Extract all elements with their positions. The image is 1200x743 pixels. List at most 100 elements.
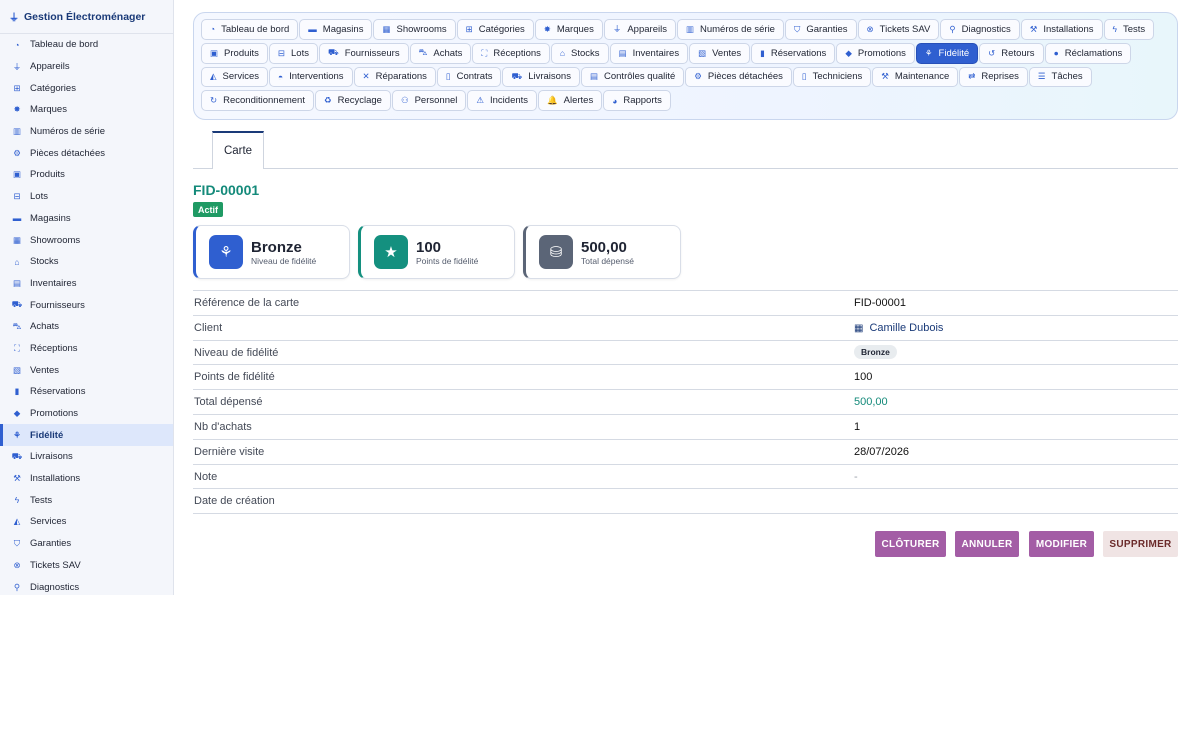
- nav-interventions-button[interactable]: ◓ Interventions: [268, 66, 353, 88]
- nav-achats-button[interactable]: ⛍ Achats: [409, 42, 472, 64]
- nav-inventaires-button[interactable]: ▤ Inventaires: [609, 42, 689, 64]
- nav-button-label: Recyclage: [337, 95, 382, 107]
- nav-livraisons-button[interactable]: ⛟ Livraisons: [502, 66, 580, 88]
- sidebar-item-lots[interactable]: ⊟ Lots: [0, 186, 173, 208]
- tab-carte[interactable]: Carte: [212, 131, 264, 169]
- nav-button-label: Stocks: [571, 47, 600, 59]
- nav-personnel-button[interactable]: ⚇ Personnel: [391, 90, 467, 112]
- sidebar-item-showrooms[interactable]: ▦ Showrooms: [0, 229, 173, 251]
- app-title[interactable]: ⏚ Gestion Électroménager: [0, 0, 173, 34]
- nav-receptions-button[interactable]: ⛶ Réceptions: [472, 42, 550, 64]
- sidebar-item-marques[interactable]: ✸ Marques: [0, 99, 173, 121]
- nav-techniciens-button[interactable]: ▯ Techniciens: [792, 66, 872, 88]
- nav-reclamations-button[interactable]: ● Réclamations: [1044, 42, 1132, 64]
- nav-button-label: Réservations: [770, 47, 827, 59]
- nav-categories-button[interactable]: ⊞ Catégories: [456, 19, 534, 40]
- nav-installations-button[interactable]: ⚒ Installations: [1020, 19, 1103, 40]
- truck-fast-icon: ⛟: [11, 450, 23, 461]
- sidebar-item-fidelite[interactable]: ⚘ Fidélité: [0, 424, 173, 447]
- nav-magasins-button[interactable]: ▬ Magasins: [299, 19, 373, 40]
- sidebar-item-tableau-de-bord[interactable]: ◔ Tableau de bord: [0, 34, 173, 56]
- nav-services-button[interactable]: ◭ Services: [201, 66, 268, 88]
- nav-diagnostics-button[interactable]: ⚲ Diagnostics: [940, 19, 1020, 40]
- sidebar-item-fournisseurs[interactable]: ⛟ Fournisseurs: [0, 294, 173, 316]
- nav-rapports-button[interactable]: ◕ Rapports: [603, 90, 671, 112]
- sidebar-item-reservations[interactable]: ▮ Réservations: [0, 381, 173, 403]
- nav-tableau-de-bord-button[interactable]: ◔ Tableau de bord: [201, 19, 299, 40]
- nav-marques-button[interactable]: ✸ Marques: [534, 19, 603, 40]
- tools-icon: ✕: [362, 71, 370, 82]
- nav-button-label: Ventes: [712, 47, 742, 59]
- nav-contrats-button[interactable]: ▯ Contrats: [436, 66, 502, 88]
- nav-reparations-button[interactable]: ✕ Réparations: [353, 66, 436, 88]
- nav-fournisseurs-button[interactable]: ⛟ Fournisseurs: [318, 42, 409, 64]
- nav-tests-button[interactable]: ϟ Tests: [1103, 19, 1155, 40]
- card-label: Niveau de fidélité: [251, 255, 317, 266]
- sidebar-item-diagnostics[interactable]: ⚲ Diagnostics: [0, 576, 173, 595]
- nav-pieces-detachees-button[interactable]: ⚙ Pièces détachées: [685, 66, 792, 88]
- client-link[interactable]: ▦ Camille Dubois: [854, 322, 943, 334]
- supprimer-button[interactable]: SUPPRIMER: [1103, 531, 1178, 557]
- nav-garanties-button[interactable]: ⛉ Garanties: [784, 19, 857, 40]
- nav-reconditionnement-button[interactable]: ↻ Reconditionnement: [201, 90, 314, 112]
- nav-maintenance-button[interactable]: ⚒ Maintenance: [872, 66, 959, 88]
- sidebar-item-numeros-de-serie[interactable]: ▥ Numéros de série: [0, 121, 173, 143]
- sidebar-item-installations[interactable]: ⚒ Installations: [0, 468, 173, 490]
- sidebar-item-produits[interactable]: ▣ Produits: [0, 164, 173, 186]
- nav-button-label: Réclamations: [1064, 47, 1123, 59]
- nav-tickets-sav-button[interactable]: ⊗ Tickets SAV: [857, 19, 940, 40]
- nav-reprises-button[interactable]: ⇄ Reprises: [959, 66, 1028, 88]
- nav-showrooms-button[interactable]: ▦ Showrooms: [373, 19, 456, 40]
- sidebar-item-categories[interactable]: ⊞ Catégories: [0, 77, 173, 99]
- nav-button-label: Techniciens: [812, 71, 863, 83]
- tier-badge: Bronze: [854, 344, 897, 359]
- nav-produits-button[interactable]: ▣ Produits: [201, 42, 268, 64]
- sidebar-item-magasins[interactable]: ▬ Magasins: [0, 208, 173, 230]
- nav-promotions-button[interactable]: ◆ Promotions: [836, 42, 915, 64]
- sidebar-item-stocks[interactable]: ⌂ Stocks: [0, 251, 173, 273]
- nav-ventes-button[interactable]: ▧ Ventes: [689, 42, 751, 64]
- truck-icon: ⛟: [327, 47, 339, 58]
- sitemap-icon: ⊞: [465, 23, 473, 34]
- sidebar-item-label: Catégories: [30, 82, 76, 94]
- sidebar-item-pieces-detachees[interactable]: ⚙ Pièces détachées: [0, 142, 173, 164]
- modifier-button[interactable]: MODIFIER: [1029, 531, 1094, 557]
- nav-fidelite-button[interactable]: ⚘ Fidélité: [915, 42, 979, 64]
- sidebar-item-promotions[interactable]: ◆ Promotions: [0, 403, 173, 425]
- nav-row: ↻ Reconditionnement ♻ Recyclage ⚇ Personnel ⚠ I…: [201, 90, 1170, 112]
- nav-button-label: Lots: [291, 47, 309, 59]
- nav-controles-qualite-button[interactable]: ▤ Contrôles qualité: [580, 66, 685, 88]
- nav-reservations-button[interactable]: ▮ Réservations: [751, 42, 836, 64]
- nav-taches-button[interactable]: ☰ Tâches: [1028, 66, 1092, 88]
- sidebar-item-receptions[interactable]: ⛶ Réceptions: [0, 338, 173, 360]
- clipboard-list-icon: ▤: [589, 71, 598, 82]
- sidebar-item-label: Showrooms: [30, 234, 81, 246]
- nav-incidents-button[interactable]: ⚠ Incidents: [467, 90, 538, 112]
- dashboard-icon: ◔: [14, 39, 20, 50]
- nav-lots-button[interactable]: ⊟ Lots: [268, 42, 318, 64]
- sidebar-item-services[interactable]: ◭ Services: [0, 511, 173, 533]
- nav-appareils-button[interactable]: ⏚ Appareils: [603, 19, 676, 40]
- sidebar-item-appareils[interactable]: ⏚ Appareils: [0, 56, 173, 78]
- barcode-icon: ▥: [685, 23, 694, 34]
- annuler-button[interactable]: ANNULER: [955, 531, 1019, 557]
- sidebar-item-achats[interactable]: ⛍ Achats: [0, 316, 173, 338]
- nav-button-label: Pièces détachées: [707, 71, 783, 83]
- sidebar-item-tickets-sav[interactable]: ⊗ Tickets SAV: [0, 555, 173, 577]
- sidebar-item-tests[interactable]: ϟ Tests: [0, 489, 173, 511]
- nav-recyclage-button[interactable]: ♻ Recyclage: [314, 90, 391, 112]
- nav-numeros-de-serie-button[interactable]: ▥ Numéros de série: [676, 19, 784, 40]
- nav-retours-button[interactable]: ↺ Retours: [979, 42, 1044, 64]
- card-value: 100: [416, 238, 442, 256]
- clipboard-check-icon: ▤: [12, 277, 22, 288]
- detail-row: Date de création: [193, 489, 1178, 515]
- sidebar-item-ventes[interactable]: ▧ Ventes: [0, 359, 173, 381]
- sidebar-item-garanties[interactable]: ⛉ Garanties: [0, 533, 173, 555]
- nav-alertes-button[interactable]: 🔔 Alertes: [538, 90, 603, 112]
- sidebar-item-inventaires[interactable]: ▤ Inventaires: [0, 273, 173, 295]
- cloturer-button[interactable]: CLÔTURER: [875, 531, 946, 557]
- detail-value: 100: [854, 371, 873, 384]
- sidebar-item-livraisons[interactable]: ⛟ Livraisons: [0, 446, 173, 468]
- cart-icon: ⛍: [12, 320, 22, 331]
- nav-stocks-button[interactable]: ⌂ Stocks: [550, 42, 609, 64]
